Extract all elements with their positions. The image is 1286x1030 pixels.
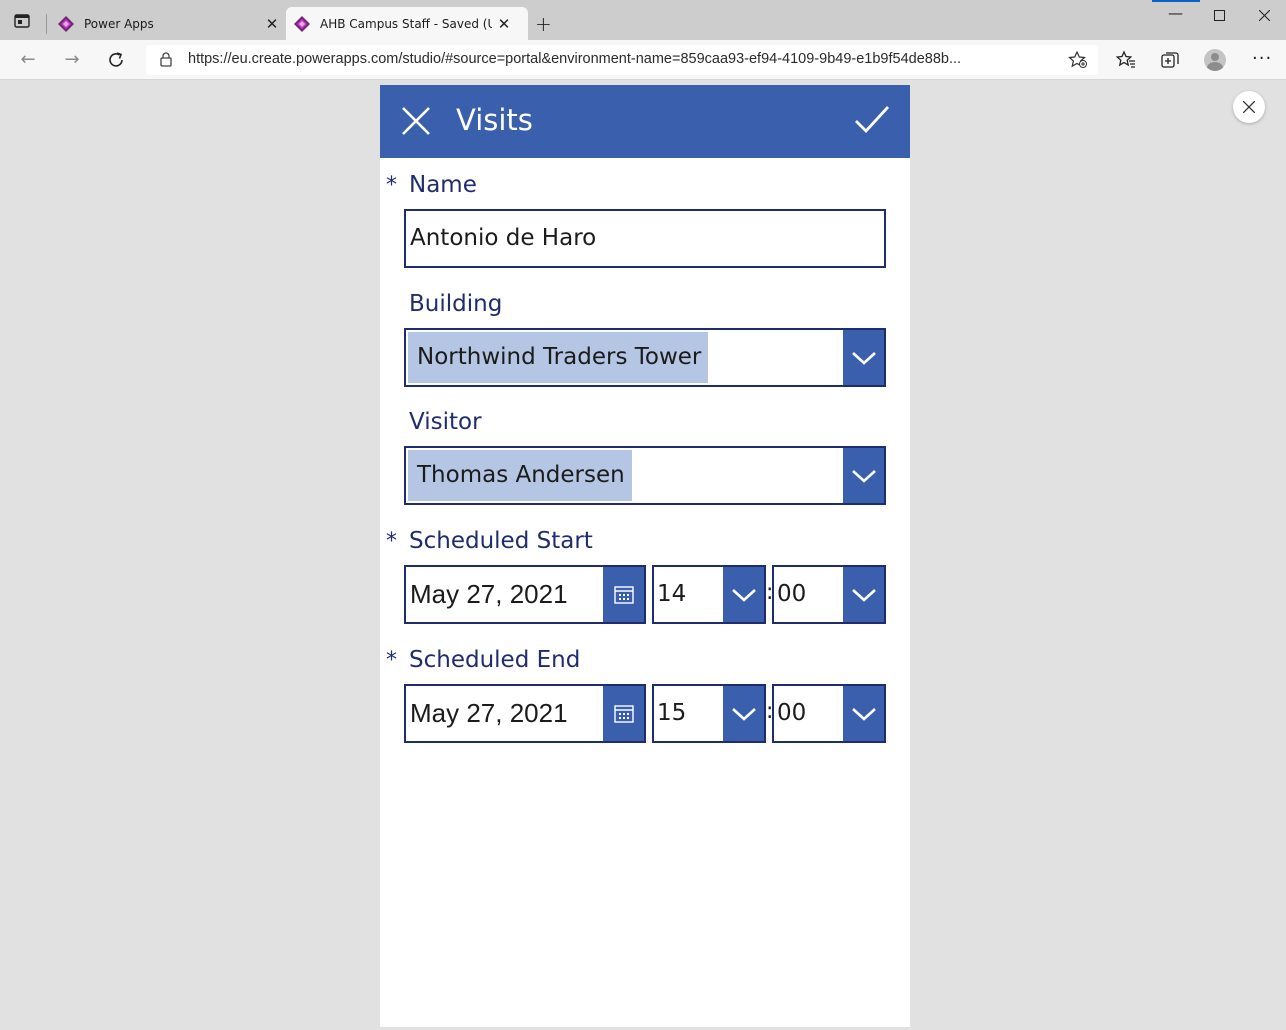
- back-arrow-icon[interactable]: ←: [18, 50, 38, 70]
- scheduled-end-label: Scheduled End: [409, 647, 581, 673]
- calendar-icon: [613, 585, 634, 604]
- url-text: https://eu.create.powerapps.com/studio/#…: [188, 51, 962, 67]
- scheduled-end-date: May 27, 2021: [410, 698, 568, 728]
- close-icon: [1243, 101, 1255, 113]
- chevron-down-icon: [851, 588, 876, 602]
- tab-separator: [46, 14, 47, 34]
- calendar-icon: [613, 704, 634, 723]
- scheduled-end-date-picker[interactable]: May 27, 2021: [404, 684, 646, 743]
- scheduled-end-calendar-button[interactable]: [603, 686, 644, 741]
- scheduled-end-minute-dropdown[interactable]: 00: [772, 684, 886, 743]
- building-label: Building: [409, 291, 503, 317]
- visitor-label: Visitor: [409, 409, 482, 435]
- maximize-icon[interactable]: [1214, 10, 1225, 21]
- building-dropdown[interactable]: Northwind Traders Tower: [404, 328, 886, 387]
- minimize-icon[interactable]: —: [1168, 4, 1183, 22]
- scheduled-start-hour-dropdown[interactable]: 14: [652, 565, 766, 624]
- add-favorite-icon[interactable]: [1068, 51, 1088, 69]
- favorites-icon[interactable]: [1116, 50, 1136, 70]
- name-label: Name: [409, 172, 477, 198]
- scheduled-start-label: Scheduled Start: [409, 528, 593, 554]
- visitor-dropdown[interactable]: Thomas Andersen: [404, 446, 886, 505]
- chevron-down-icon: [731, 588, 756, 602]
- tab-ahb-campus-staff[interactable]: AHB Campus Staff - Saved (Unpublished) ✕: [286, 7, 528, 40]
- scheduled-start-date-picker[interactable]: May 27, 2021: [404, 565, 646, 624]
- forward-arrow-icon[interactable]: →: [62, 50, 82, 70]
- power-apps-logo-icon: [294, 15, 310, 32]
- tab-actions-icon[interactable]: [14, 14, 30, 28]
- power-apps-logo-icon: [58, 15, 74, 32]
- visitor-selected-value: Thomas Andersen: [408, 450, 632, 501]
- chevron-down-icon: [851, 351, 876, 365]
- tab-close-icon[interactable]: ✕: [260, 15, 284, 33]
- scheduled-end-hour: 15: [657, 700, 687, 726]
- tab-title: AHB Campus Staff - Saved (Unpublished): [320, 16, 492, 31]
- hour-dropdown-button[interactable]: [723, 686, 764, 741]
- visitor-dropdown-button[interactable]: [843, 448, 884, 503]
- chevron-down-icon: [731, 707, 756, 721]
- scheduled-start-date: May 27, 2021: [410, 579, 568, 609]
- name-input[interactable]: Antonio de Haro: [404, 209, 886, 268]
- profile-avatar[interactable]: [1204, 49, 1226, 71]
- app-screen: Visits * Name Antonio de Haro Building N…: [380, 85, 910, 1027]
- chevron-down-icon: [851, 469, 876, 483]
- required-marker: *: [386, 529, 397, 554]
- scheduled-end-hour-dropdown[interactable]: 15: [652, 684, 766, 743]
- hour-dropdown-button[interactable]: [723, 567, 764, 622]
- required-marker: *: [386, 173, 397, 198]
- checkmark-icon[interactable]: [854, 105, 890, 135]
- chevron-down-icon: [851, 707, 876, 721]
- browser-address-bar: ← → https://eu.create.powerapps.com/stud…: [0, 40, 1286, 80]
- minute-dropdown-button[interactable]: [843, 567, 884, 622]
- scheduled-start-minute: 00: [777, 581, 807, 607]
- refresh-icon[interactable]: [106, 50, 126, 70]
- window-close-icon[interactable]: [1259, 10, 1270, 21]
- url-field[interactable]: https://eu.create.powerapps.com/studio/#…: [146, 45, 1098, 75]
- window-accent-bar: [1152, 0, 1200, 2]
- screen-title: Visits: [456, 103, 533, 137]
- tab-power-apps[interactable]: Power Apps ✕: [50, 7, 284, 40]
- close-preview-button[interactable]: [1233, 91, 1265, 123]
- scheduled-end-minute: 00: [777, 700, 807, 726]
- scheduled-start-hour: 14: [657, 581, 687, 607]
- building-selected-value: Northwind Traders Tower: [408, 332, 709, 383]
- app-header: Visits: [380, 85, 910, 158]
- building-dropdown-button[interactable]: [843, 330, 884, 385]
- scheduled-start-minute-dropdown[interactable]: 00: [772, 565, 886, 624]
- browser-tab-bar: Power Apps ✕ AHB Campus Staff - Saved (U…: [0, 0, 1286, 40]
- minute-dropdown-button[interactable]: [843, 686, 884, 741]
- collections-icon[interactable]: [1160, 50, 1180, 70]
- tab-close-icon[interactable]: ✕: [492, 15, 516, 33]
- required-marker: *: [386, 648, 397, 673]
- more-options-icon[interactable]: ···: [1252, 48, 1272, 69]
- scheduled-start-calendar-button[interactable]: [603, 567, 644, 622]
- lock-icon[interactable]: [160, 52, 172, 67]
- tab-title: Power Apps: [84, 16, 154, 31]
- new-tab-icon[interactable]: +: [535, 12, 552, 36]
- close-icon[interactable]: [402, 107, 430, 135]
